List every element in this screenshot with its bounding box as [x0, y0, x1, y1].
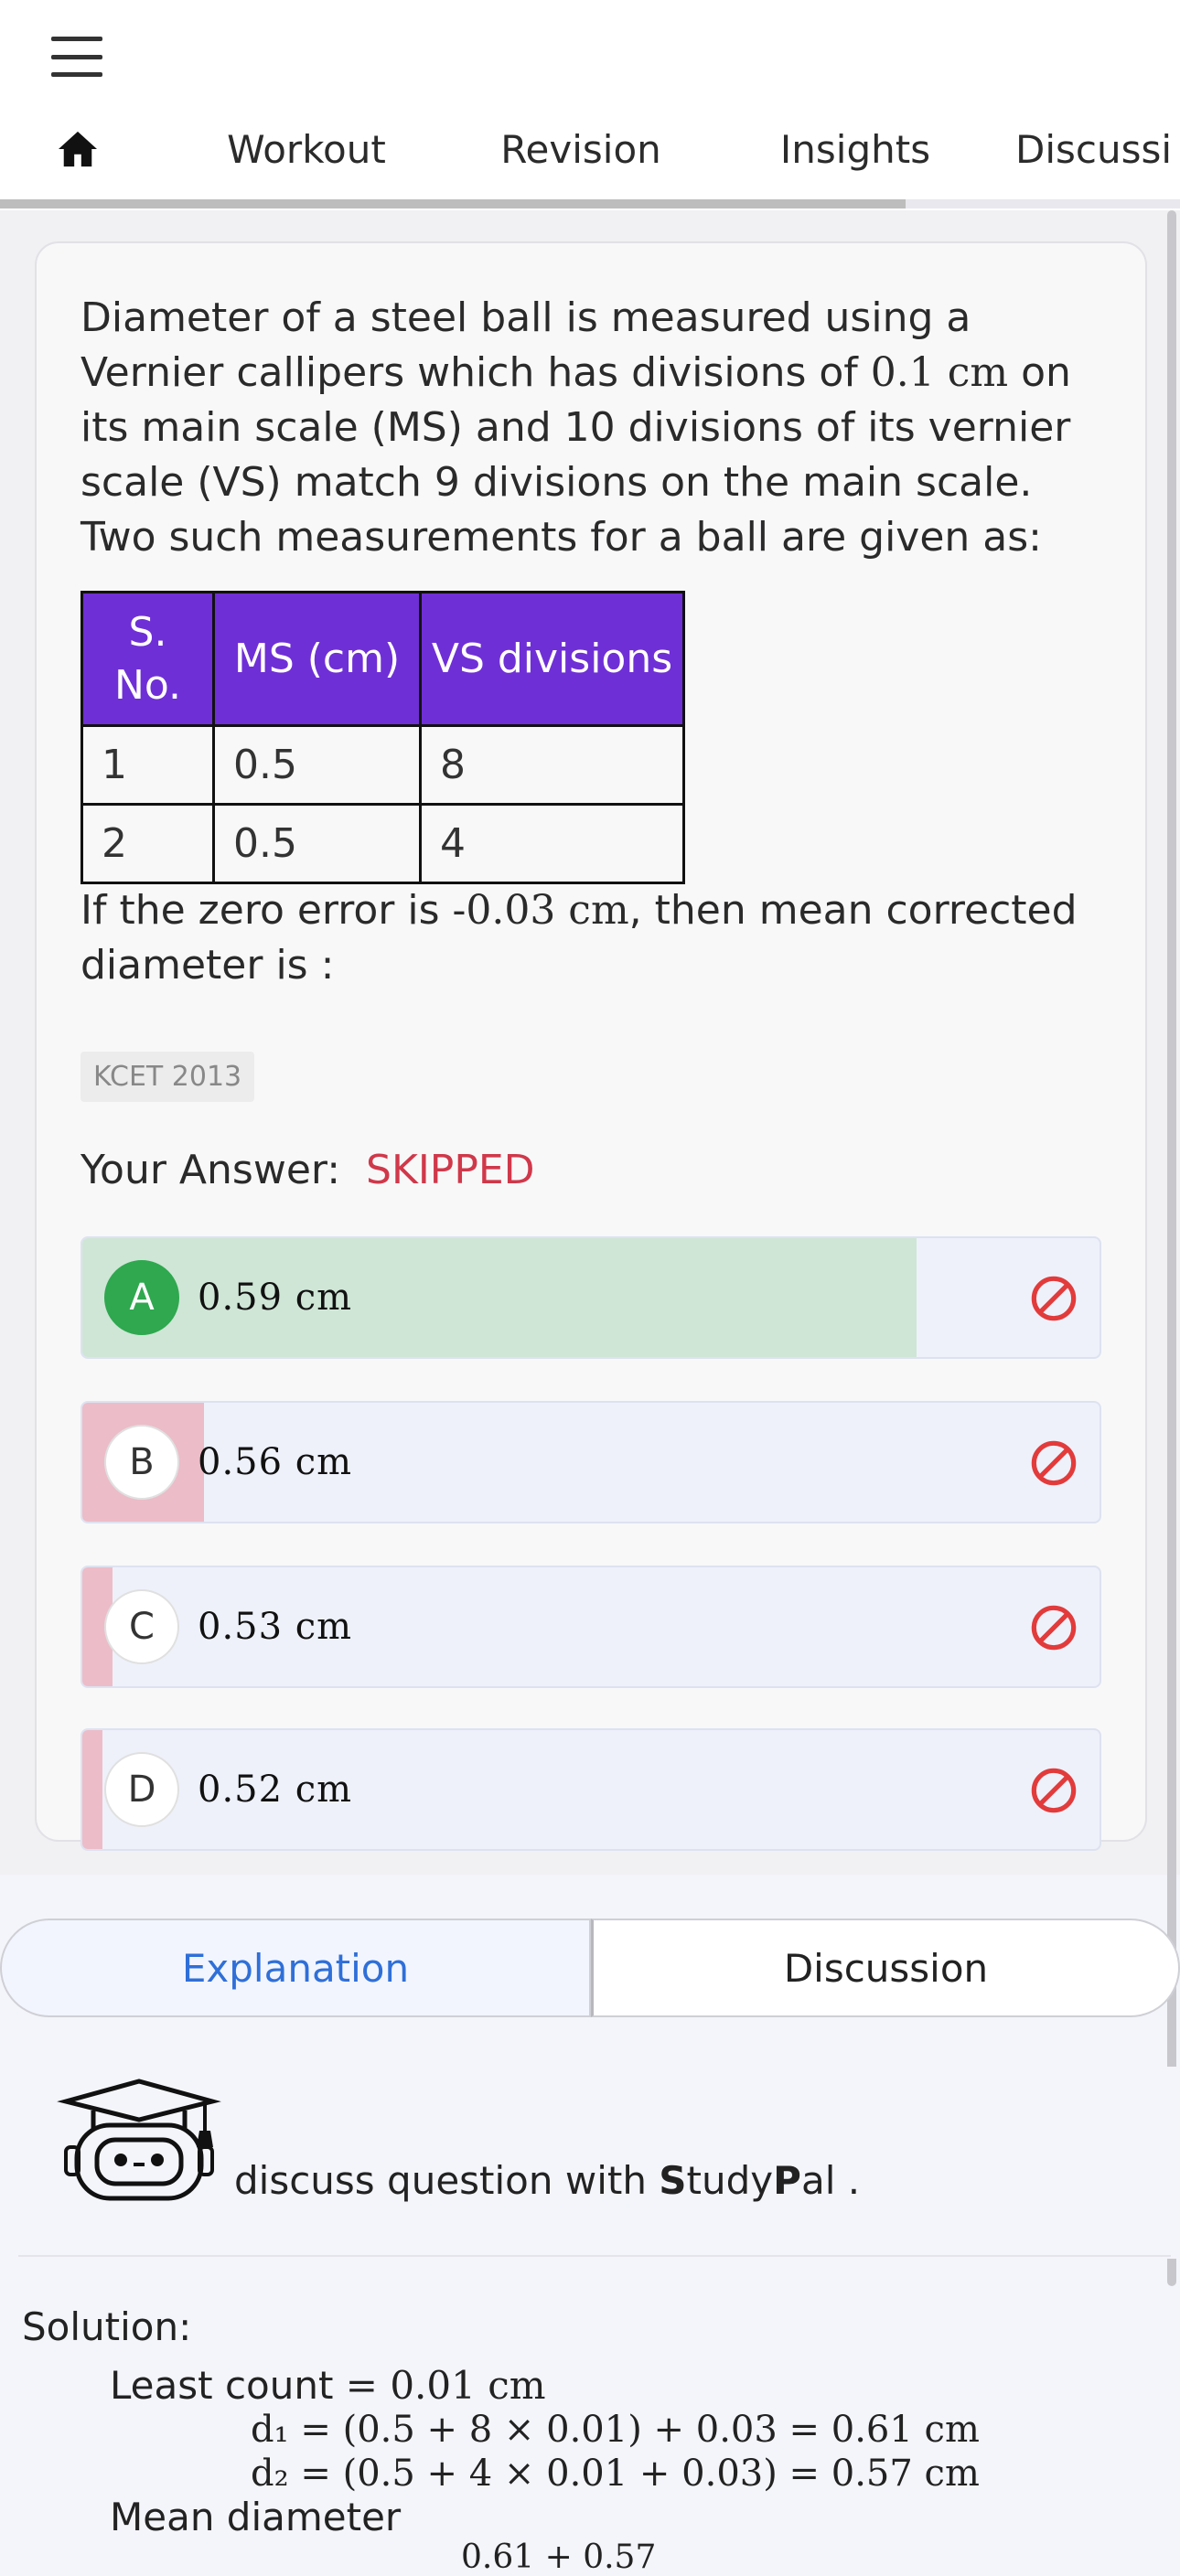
- tab-discussion[interactable]: Discussi: [1015, 108, 1180, 190]
- studypal-text: discuss question with StudyPal .: [234, 2158, 860, 2203]
- mean-fraction-partial: 0.61 + 0.57: [461, 2539, 657, 2576]
- option-b[interactable]: B 0.56 cm: [80, 1401, 1101, 1523]
- no-entry-icon[interactable]: [1030, 1439, 1078, 1487]
- your-answer-label: Your Answer:: [80, 1147, 341, 1193]
- table-row: 1 0.5 8: [80, 724, 685, 806]
- table-header: MS (cm): [212, 591, 422, 727]
- math-value: 0.1 cm: [870, 349, 1009, 396]
- least-count-label: Least count: [110, 2363, 346, 2408]
- option-d[interactable]: D 0.52 cm: [80, 1728, 1101, 1851]
- math-value: -0.03 cm: [452, 887, 629, 934]
- tab-insights[interactable]: Insights: [736, 108, 974, 190]
- no-entry-icon[interactable]: [1030, 1767, 1078, 1814]
- explanation-discussion-toggle: Explanation Discussion: [0, 1919, 1180, 2017]
- no-entry-icon[interactable]: [1030, 1275, 1078, 1322]
- explanation-button[interactable]: Explanation: [0, 1919, 591, 2017]
- option-text: 0.53 cm: [198, 1606, 353, 1648]
- studypal-text-part: discuss question with: [234, 2158, 660, 2203]
- tab-workout[interactable]: Workout: [188, 108, 425, 190]
- table-row: 2 0.5 4: [80, 803, 685, 884]
- option-text: 0.52 cm: [198, 1769, 353, 1811]
- table-cell: 0.5: [212, 724, 422, 806]
- top-tabs: Workout Revision Insights Discussi: [0, 108, 1180, 208]
- divider: [18, 2255, 1171, 2257]
- home-icon: [59, 131, 97, 167]
- table-cell: 8: [419, 724, 685, 806]
- table-cell: 2: [80, 803, 215, 884]
- option-letter-badge: B: [104, 1425, 179, 1500]
- d1-equation: d₁ = (0.5 + 8 × 0.01) + 0.03 = 0.61 cm: [251, 2409, 980, 2451]
- mean-diameter-label: Mean diameter: [110, 2495, 402, 2539]
- studypal-text-part: al .: [800, 2158, 861, 2203]
- question-text-part: If the zero error is: [80, 887, 453, 934]
- solution-title: Solution:: [22, 2304, 192, 2349]
- answer-status: SKIPPED: [366, 1147, 535, 1193]
- top-bar: Workout Revision Insights Discussi: [0, 0, 1180, 210]
- option-letter-badge: C: [104, 1589, 179, 1664]
- question-area: Diameter of a steel ball is measured usi…: [0, 210, 1180, 1875]
- question-text: Diameter of a steel ball is measured usi…: [80, 291, 1105, 565]
- question-followup-text: If the zero error is -0.03 cm, then mean…: [80, 883, 1105, 993]
- no-entry-icon[interactable]: [1030, 1604, 1078, 1651]
- option-c[interactable]: C 0.53 cm: [80, 1566, 1101, 1688]
- table-header: S. No.: [80, 591, 215, 727]
- tab-revision[interactable]: Revision: [462, 108, 700, 190]
- option-letter-badge: D: [104, 1752, 179, 1827]
- option-response-bar: [82, 1730, 103, 1849]
- table-cell: 0.5: [212, 803, 422, 884]
- table-header: VS divisions: [419, 591, 685, 727]
- table-cell: 4: [419, 803, 685, 884]
- studypal-robot-icon: [57, 2079, 221, 2201]
- your-answer: Your Answer: SKIPPED: [80, 1147, 535, 1193]
- option-a[interactable]: A 0.59 cm: [80, 1236, 1101, 1359]
- option-text: 0.56 cm: [198, 1441, 353, 1483]
- studypal-text-part: tudy: [686, 2158, 774, 2203]
- option-text: 0.59 cm: [198, 1277, 353, 1319]
- tabs-scroll-indicator[interactable]: [0, 199, 906, 208]
- question-card: Diameter of a steel ball is measured usi…: [35, 241, 1147, 1851]
- d2-equation: d₂ = (0.5 + 4 × 0.01 + 0.03) = 0.57 cm: [251, 2453, 980, 2495]
- hamburger-menu-icon[interactable]: [51, 37, 102, 77]
- table-cell: 1: [80, 724, 215, 806]
- exam-tag: KCET 2013: [80, 1052, 255, 1102]
- measurement-table: S. No. MS (cm) VS divisions 1 0.5 8 2 0.…: [80, 591, 685, 884]
- discussion-button[interactable]: Discussion: [591, 1919, 1180, 2017]
- option-letter-badge: A: [104, 1260, 179, 1335]
- least-count-value: = 0.01 cm: [345, 2363, 546, 2408]
- studypal-text-part: S: [659, 2158, 687, 2203]
- question-text-part: Diameter of a steel ball is measured usi…: [80, 294, 971, 396]
- least-count-line: Least count = 0.01 cm: [110, 2363, 546, 2408]
- studypal-text-part: P: [773, 2158, 801, 2203]
- studypal-banner[interactable]: discuss question with StudyPal .: [0, 2067, 1180, 2259]
- tab-home[interactable]: [27, 108, 128, 190]
